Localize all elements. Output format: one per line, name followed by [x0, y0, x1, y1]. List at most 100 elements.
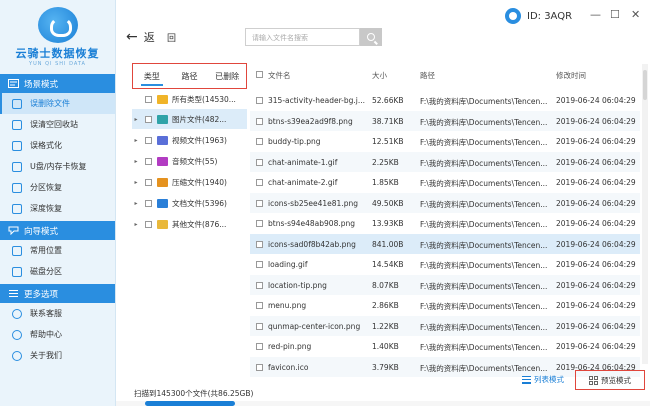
row-checkbox[interactable]: [256, 97, 263, 104]
back-button[interactable]: ← 返: [126, 29, 155, 45]
section-title: 更多选项: [24, 289, 59, 300]
list-mode-button[interactable]: 列表模式: [522, 374, 564, 385]
preview-mode-button[interactable]: 预览模式: [575, 370, 645, 390]
tree-checkbox[interactable]: [145, 178, 152, 186]
tree-expander[interactable]: ▸: [132, 116, 140, 123]
tree-checkbox[interactable]: [145, 199, 152, 207]
tree-node-all[interactable]: 所有类型(14530...: [132, 89, 247, 109]
table-row[interactable]: chat-animate-1.gif 2.25KB F:\我的资料库\Documen…: [250, 151, 640, 172]
sidebar-item-label: 帮助中心: [30, 330, 62, 339]
minimize-button[interactable]: —: [590, 8, 601, 21]
tree-expander[interactable]: ▸: [132, 179, 140, 186]
search-input[interactable]: 请输入文件名搜索: [245, 28, 360, 46]
table-row[interactable]: icons-sb25ee41e81.png 49.50KB F:\我的资料库\Doc…: [250, 192, 640, 213]
list-mode-label: 列表模式: [534, 375, 564, 384]
search-button[interactable]: [360, 28, 382, 46]
row-checkbox[interactable]: [256, 343, 263, 350]
row-checkbox[interactable]: [256, 117, 263, 125]
close-button[interactable]: ✕: [631, 8, 640, 21]
file-name-cell: icons-sb25ee41e81.png: [268, 198, 358, 208]
sidebar-item-disk-partition[interactable]: 磁盘分区: [0, 261, 115, 282]
table-row[interactable]: qunmap-center-icon.png 1.22KB F:\我的资料库\Doc…: [250, 315, 640, 336]
row-checkbox[interactable]: [256, 199, 263, 207]
row-checkbox[interactable]: [256, 179, 263, 186]
row-checkbox[interactable]: [256, 220, 263, 227]
row-checkbox[interactable]: [256, 302, 263, 309]
tree-node-other[interactable]: ▸ 其他文件(876...: [132, 214, 247, 234]
file-time-cell: 2019-06-24 06:04:29: [556, 137, 636, 146]
tree-expander[interactable]: ▸: [132, 137, 140, 144]
section-scene-mode[interactable]: 场景模式: [0, 74, 115, 93]
tree-node-videos[interactable]: ▸ 视频文件(1963): [132, 130, 247, 150]
wizard-mode-icon: [8, 226, 19, 235]
select-all-checkbox[interactable]: [256, 71, 263, 78]
tab-deleted[interactable]: 已删除: [208, 64, 246, 88]
column-header-modified[interactable]: 修改时间: [556, 70, 586, 81]
tab-path[interactable]: 路径: [171, 64, 209, 88]
tree-expander[interactable]: ▸: [132, 221, 140, 228]
tree-expander[interactable]: ▸: [132, 158, 140, 165]
recover-button-edge[interactable]: [145, 401, 235, 406]
table-row[interactable]: loading.gif 14.54KB F:\我的资料库\Documents\Ten…: [250, 254, 640, 274]
home-button[interactable]: 回: [167, 31, 176, 44]
tree-node-archives[interactable]: ▸ 压缩文件(1940): [132, 172, 247, 192]
file-time-cell: 2019-06-24 06:04:29: [556, 96, 636, 105]
table-row[interactable]: red-pin.png 1.40KB F:\我的资料库\Documents\Tenc…: [250, 336, 640, 356]
file-size-cell: 49.50KB: [372, 198, 404, 208]
sidebar-item-contact[interactable]: 联系客服: [0, 303, 115, 324]
tree-checkbox[interactable]: [145, 136, 152, 144]
tree-node-audio[interactable]: ▸ 音频文件(55): [132, 151, 247, 171]
sidebar-item-partition[interactable]: 分区恢复: [0, 177, 115, 198]
table-row[interactable]: 315-activity-header-bg.j... 52.66KB F:\我的资…: [250, 90, 640, 110]
sidebar-item-about[interactable]: 关于我们: [0, 345, 115, 366]
maximize-button[interactable]: ☐: [610, 8, 620, 21]
file-size-cell: 2.25KB: [372, 157, 399, 167]
sidebar-item-common-locations[interactable]: 常用位置: [0, 240, 115, 261]
tree-checkbox[interactable]: [145, 95, 152, 103]
row-checkbox[interactable]: [256, 322, 263, 330]
row-checkbox[interactable]: [256, 138, 263, 145]
file-path-cell: F:\我的资料库\Documents\Tencen...: [420, 322, 548, 332]
tree-checkbox[interactable]: [145, 220, 152, 228]
row-checkbox[interactable]: [256, 261, 263, 268]
table-row[interactable]: buddy-tip.png 12.51KB F:\我的资料库\Documents\T…: [250, 131, 640, 151]
section-wizard-mode[interactable]: 向导模式: [0, 221, 115, 240]
sidebar-item-deleted-files[interactable]: 误删除文件: [0, 93, 115, 114]
table-row[interactable]: btns-s39ea2ad9f8.png 38.71KB F:\我的资料库\Docu…: [250, 110, 640, 131]
table-row[interactable]: btns-s94e48ab908.png 13.93KB F:\我的资料库\Docu…: [250, 213, 640, 233]
tree-checkbox[interactable]: [145, 115, 152, 123]
sidebar-item-recycle-bin[interactable]: 误清空回收站: [0, 114, 115, 135]
tree-node-images[interactable]: ▸ 图片文件(482...: [132, 109, 247, 129]
section-more-options[interactable]: 更多选项: [0, 284, 115, 303]
table-row[interactable]: menu.png 2.86KB F:\我的资料库\Documents\Tencen.…: [250, 295, 640, 315]
column-header-name[interactable]: 文件名: [268, 70, 291, 81]
sidebar-item-help[interactable]: 帮助中心: [0, 324, 115, 345]
file-name-cell: red-pin.png: [268, 342, 312, 351]
image-file-icon: [157, 114, 168, 124]
tree-expander[interactable]: ▸: [132, 200, 140, 207]
table-row[interactable]: chat-animate-2.gif 1.85KB F:\我的资料库\Documen…: [250, 172, 640, 192]
row-checkbox[interactable]: [256, 158, 263, 166]
row-checkbox[interactable]: [256, 281, 263, 289]
app-logo: 云骑士数据恢复 YUN QI SHI DATA: [0, 0, 115, 74]
tab-type[interactable]: 类型: [133, 64, 171, 88]
row-checkbox[interactable]: [256, 240, 263, 248]
sidebar-item-label: 磁盘分区: [30, 267, 62, 276]
sidebar-item-deep-recovery[interactable]: 深度恢复: [0, 198, 115, 219]
headset-icon: [12, 308, 22, 319]
sidebar-item-usb-card[interactable]: U盘/内存卡恢复: [0, 156, 115, 177]
sidebar-item-format[interactable]: 误格式化: [0, 135, 115, 156]
section-title: 场景模式: [24, 79, 59, 90]
table-row[interactable]: icons-sad0f8b42ab.png 841.00B F:\我的资料库\Doc…: [250, 233, 640, 254]
column-header-size[interactable]: 大小: [372, 70, 387, 81]
column-header-path[interactable]: 路径: [420, 70, 435, 81]
scrollbar-thumb[interactable]: [643, 70, 647, 100]
tree-checkbox[interactable]: [145, 157, 152, 165]
file-name-cell: loading.gif: [268, 260, 308, 269]
file-name-cell: icons-sad0f8b42ab.png: [268, 239, 356, 249]
row-checkbox[interactable]: [256, 363, 263, 371]
file-size-cell: 2.86KB: [372, 301, 399, 310]
table-scrollbar[interactable]: [642, 64, 648, 364]
tree-node-documents[interactable]: ▸ 文档文件(5396): [132, 193, 247, 213]
table-row[interactable]: location-tip.png 8.07KB F:\我的资料库\Documents…: [250, 274, 640, 295]
